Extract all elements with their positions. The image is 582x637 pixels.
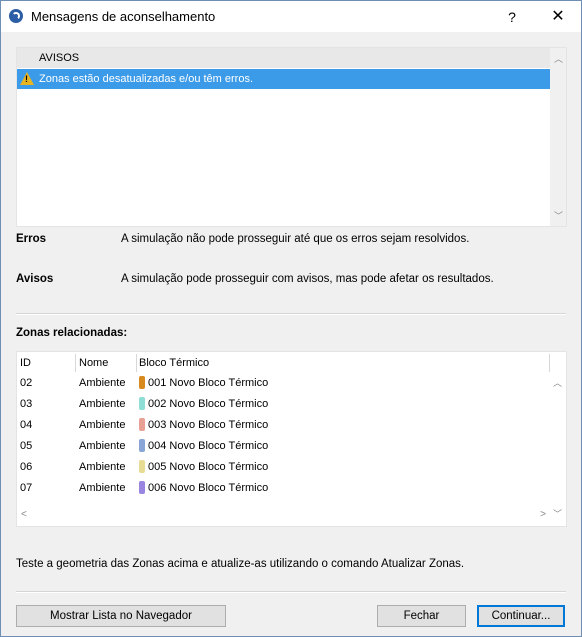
table-row[interactable]: 02 Ambiente 001 Novo Bloco Térmico xyxy=(17,373,547,394)
column-divider[interactable] xyxy=(549,354,550,372)
block-color-swatch xyxy=(139,481,145,494)
errors-label: Erros xyxy=(16,233,47,245)
block-color-swatch xyxy=(139,397,145,410)
zone-block: 006 Novo Bloco Térmico xyxy=(148,482,269,494)
scroll-left-icon[interactable]: < xyxy=(21,509,27,520)
app-logo-icon xyxy=(9,9,23,23)
zone-name: Ambiente xyxy=(79,482,126,494)
zone-name: Ambiente xyxy=(79,398,126,410)
block-color-swatch xyxy=(139,376,145,389)
warnings-label: Avisos xyxy=(16,273,54,285)
zone-id: 04 xyxy=(20,419,33,431)
zone-block: 004 Novo Bloco Térmico xyxy=(148,440,269,452)
scroll-right-icon[interactable]: > xyxy=(540,509,546,520)
scroll-up-icon[interactable]: ︿ xyxy=(553,376,562,389)
block-color-swatch xyxy=(139,439,145,452)
messages-header-label: AVISOS xyxy=(39,52,80,64)
close-window-button[interactable]: ✕ xyxy=(541,5,575,29)
scroll-down-icon[interactable]: ﹀ xyxy=(553,507,562,520)
scroll-up-icon[interactable]: ︿ xyxy=(554,52,563,65)
table-row[interactable]: 04 Ambiente 003 Novo Bloco Térmico xyxy=(17,415,547,436)
message-text: Zonas estão desatualizadas e/ou têm erro… xyxy=(39,73,254,85)
show-list-button[interactable]: Mostrar Lista no Navegador xyxy=(16,605,226,627)
messages-scrollbar[interactable]: ︿ ﹀ xyxy=(550,48,566,226)
zone-block: 001 Novo Bloco Térmico xyxy=(148,377,269,389)
scroll-down-icon[interactable]: ﹀ xyxy=(554,209,563,222)
divider xyxy=(16,591,566,593)
column-header-id[interactable]: ID xyxy=(20,357,31,369)
zone-name: Ambiente xyxy=(79,377,126,389)
help-button[interactable]: ? xyxy=(496,5,528,29)
zone-name: Ambiente xyxy=(79,461,126,473)
zone-id: 05 xyxy=(20,440,33,452)
close-button[interactable]: Fechar xyxy=(377,605,466,627)
instruction-text: Teste a geometria das Zonas acima e atua… xyxy=(16,558,465,570)
zone-name: Ambiente xyxy=(79,419,126,431)
divider xyxy=(16,313,566,315)
zones-table[interactable]: ID Nome Bloco Térmico 02 Ambiente 001 No… xyxy=(16,351,567,527)
block-color-swatch xyxy=(139,418,145,431)
title-bar: Mensagens de aconselhamento ? ✕ xyxy=(1,1,581,32)
messages-list[interactable]: AVISOS Zonas estão desatualizadas e/ou t… xyxy=(16,47,567,227)
warnings-description: A simulação pode prosseguir com avisos, … xyxy=(121,273,494,285)
column-header-name[interactable]: Nome xyxy=(79,357,108,369)
zone-block: 005 Novo Bloco Térmico xyxy=(148,461,269,473)
zone-block: 003 Novo Bloco Térmico xyxy=(148,419,269,431)
column-header-block[interactable]: Bloco Térmico xyxy=(139,357,209,369)
zone-id: 06 xyxy=(20,461,33,473)
continue-button[interactable]: Continuar... xyxy=(477,605,565,627)
table-row[interactable]: 07 Ambiente 006 Novo Bloco Térmico xyxy=(17,478,547,499)
block-color-swatch xyxy=(139,460,145,473)
column-divider[interactable] xyxy=(136,354,137,372)
advisory-dialog: Mensagens de aconselhamento ? ✕ AVISOS Z… xyxy=(0,0,582,637)
table-row[interactable]: 05 Ambiente 004 Novo Bloco Térmico xyxy=(17,436,547,457)
warning-icon xyxy=(20,72,34,85)
table-row[interactable]: 03 Ambiente 002 Novo Bloco Térmico xyxy=(17,394,547,415)
zone-block: 002 Novo Bloco Térmico xyxy=(148,398,269,410)
related-zones-title: Zonas relacionadas: xyxy=(16,327,128,339)
errors-description: A simulação não pode prosseguir até que … xyxy=(121,233,470,245)
zone-id: 03 xyxy=(20,398,33,410)
message-item[interactable]: Zonas estão desatualizadas e/ou têm erro… xyxy=(17,69,550,89)
zone-id: 07 xyxy=(20,482,33,494)
window-title: Mensagens de aconselhamento xyxy=(31,9,216,24)
zone-name: Ambiente xyxy=(79,440,126,452)
messages-header: AVISOS xyxy=(17,48,550,68)
zone-id: 02 xyxy=(20,377,33,389)
column-divider[interactable] xyxy=(75,354,76,372)
table-row[interactable]: 06 Ambiente 005 Novo Bloco Térmico xyxy=(17,457,547,478)
